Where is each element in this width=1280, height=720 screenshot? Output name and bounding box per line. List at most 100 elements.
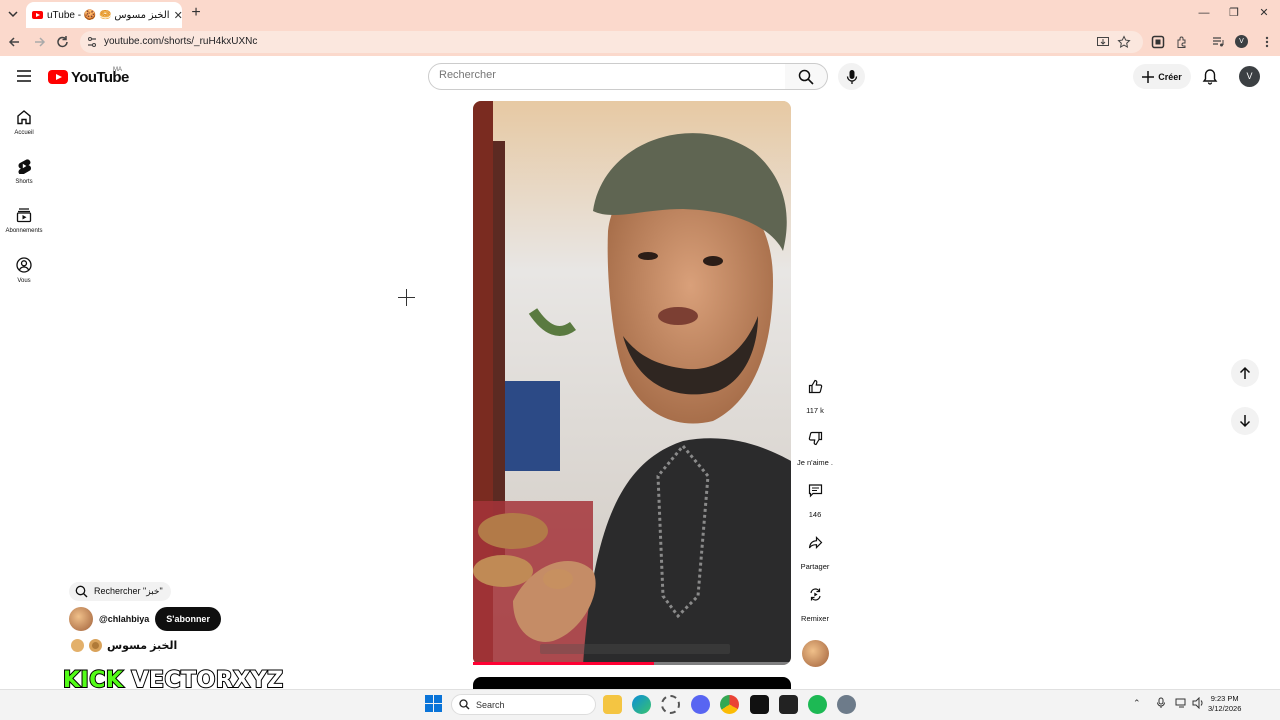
cookie-emoji-icon xyxy=(71,639,84,652)
voice-search-button[interactable] xyxy=(838,63,865,90)
browser-tab[interactable]: uTube - 🍪 🥯 الخبز مسوس ✕ xyxy=(26,2,182,28)
tab-title: uTube - 🍪 🥯 الخبز مسوس xyxy=(47,9,170,21)
share-label: Partager xyxy=(800,562,830,571)
clock-date: 3/12/2026 xyxy=(1208,704,1242,713)
create-label: Créer xyxy=(1158,71,1182,82)
volume-icon[interactable] xyxy=(1192,697,1205,709)
window-close-icon[interactable]: ✕ xyxy=(1252,4,1276,22)
previous-short-button[interactable] xyxy=(1231,359,1259,387)
microphone-icon[interactable] xyxy=(1155,697,1167,709)
sidebar-item-label: Abonnements xyxy=(5,228,43,234)
related-search-chip[interactable]: Rechercher "خبز" xyxy=(69,582,171,601)
capcut-icon[interactable] xyxy=(779,695,798,714)
sidebar-item-you[interactable]: Vous xyxy=(0,257,48,301)
loading-app-icon[interactable] xyxy=(661,695,680,714)
settings-gear-icon[interactable] xyxy=(837,695,856,714)
account-avatar[interactable]: V xyxy=(1239,66,1260,87)
sidebar-item-label: Shorts xyxy=(15,179,33,185)
new-tab-icon[interactable]: + xyxy=(188,5,204,21)
like-button[interactable]: 117 k xyxy=(799,372,831,415)
search-input[interactable] xyxy=(439,69,769,81)
short-title-row: الخبز مسوس xyxy=(71,639,177,652)
search-box[interactable] xyxy=(428,63,786,90)
video-frame-image xyxy=(473,101,791,665)
remix-label: Remixer xyxy=(801,614,829,623)
tab-close-icon[interactable]: ✕ xyxy=(174,9,182,22)
channel-handle[interactable]: @chlahbiya xyxy=(99,614,149,624)
notifications-bell-icon[interactable] xyxy=(1202,68,1218,85)
sidebar-item-label: Vous xyxy=(17,278,31,284)
channel-row: @chlahbiya S'abonner xyxy=(69,607,221,631)
share-icon xyxy=(808,535,822,549)
dislike-button[interactable]: Je n'aime . xyxy=(796,424,834,467)
spotify-icon[interactable] xyxy=(808,695,827,714)
short-video-player[interactable] xyxy=(473,101,791,665)
video-progress-fill xyxy=(473,662,655,665)
create-button[interactable]: Créer xyxy=(1133,64,1191,89)
system-clock[interactable]: 9:23 PM 3/12/2026 xyxy=(1208,694,1241,714)
network-icon[interactable] xyxy=(1175,697,1188,709)
minimize-icon[interactable]: — xyxy=(1192,4,1216,22)
short-title: الخبز مسوس xyxy=(107,640,178,652)
youtube-favicon-icon xyxy=(32,11,43,19)
taskbar-search-placeholder: Search xyxy=(476,699,505,710)
screenshot-icon[interactable] xyxy=(1151,35,1165,49)
arrow-up-icon xyxy=(1239,366,1251,379)
discord-icon[interactable] xyxy=(691,695,710,714)
next-short-preview[interactable] xyxy=(473,677,791,689)
sidebar-item-label: Accueil xyxy=(14,130,34,136)
media-icon[interactable] xyxy=(1211,35,1225,49)
site-info-icon[interactable] xyxy=(86,36,98,48)
related-search-label: Rechercher "خبز" xyxy=(94,586,163,596)
crosshair-cursor-icon xyxy=(398,289,415,306)
reload-icon[interactable] xyxy=(54,34,72,50)
subscribe-button[interactable]: S'abonner xyxy=(155,607,221,631)
next-short-button[interactable] xyxy=(1231,407,1259,435)
edge-icon[interactable] xyxy=(632,695,651,714)
sidebar-item-home[interactable]: Accueil xyxy=(0,109,48,153)
sidebar-item-subscriptions[interactable]: Abonnements xyxy=(0,207,48,251)
seek-preview-bar[interactable] xyxy=(540,644,730,654)
tab-list-icon[interactable] xyxy=(4,6,22,22)
share-button[interactable]: Partager xyxy=(799,528,831,571)
video-progress-bar[interactable] xyxy=(473,662,791,665)
country-code: MA xyxy=(113,67,122,73)
subscriptions-icon xyxy=(16,208,32,223)
you-icon xyxy=(16,257,32,273)
chrome-icon[interactable] xyxy=(720,695,739,714)
kebab-icon[interactable] xyxy=(1260,35,1274,49)
search-button[interactable] xyxy=(785,63,828,90)
home-icon xyxy=(17,110,31,125)
url-text[interactable]: youtube.com/shorts/_ruH4kxUXNc xyxy=(104,36,257,47)
channel-avatar-button[interactable] xyxy=(802,640,829,667)
back-icon[interactable] xyxy=(6,34,24,50)
extensions-icon[interactable] xyxy=(1175,35,1189,49)
hamburger-menu-icon[interactable] xyxy=(16,69,32,83)
restore-icon[interactable]: ❐ xyxy=(1222,4,1246,22)
plus-icon xyxy=(1142,70,1155,83)
search-icon xyxy=(798,69,814,85)
remix-button[interactable]: Remixer xyxy=(799,580,831,623)
dislike-label: Je n'aime . xyxy=(796,458,834,467)
channel-avatar[interactable] xyxy=(69,607,93,631)
comment-count: 146 xyxy=(808,510,822,519)
chevron-up-icon[interactable]: ⌃ xyxy=(1133,698,1141,709)
install-icon[interactable] xyxy=(1096,35,1110,49)
microphone-icon xyxy=(846,69,857,84)
file-explorer-icon[interactable] xyxy=(603,695,622,714)
comments-button[interactable]: 146 xyxy=(799,476,831,519)
thumbs-down-icon xyxy=(808,431,822,445)
browser-profile-avatar[interactable]: V xyxy=(1235,35,1248,48)
taskbar-search-box[interactable]: Search xyxy=(451,694,596,715)
arrow-down-icon xyxy=(1239,415,1251,428)
forward-icon[interactable] xyxy=(30,34,48,50)
search-icon xyxy=(459,699,470,710)
thumbs-up-icon xyxy=(808,379,822,393)
like-count: 117 k xyxy=(806,406,824,415)
windows-start-icon[interactable] xyxy=(425,695,442,712)
clock-time: 9:23 PM xyxy=(1210,694,1239,703)
youtube-logo-icon xyxy=(48,70,68,84)
sidebar-item-shorts[interactable]: Shorts xyxy=(0,158,48,202)
star-icon[interactable] xyxy=(1117,35,1131,49)
pen-app-icon[interactable] xyxy=(750,695,769,714)
